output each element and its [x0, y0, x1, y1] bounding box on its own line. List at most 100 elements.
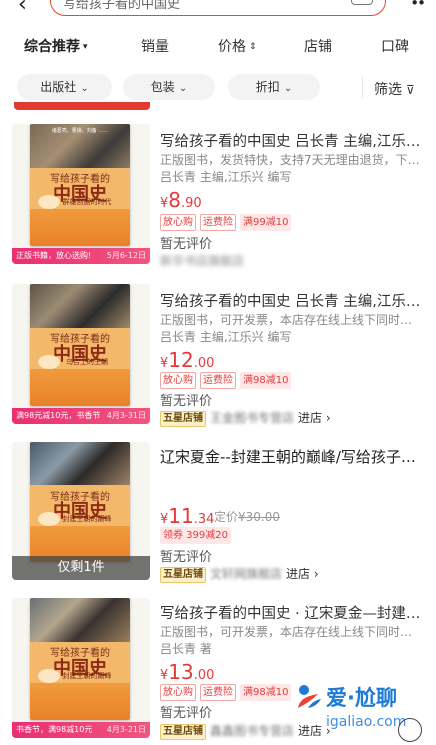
tag: 运费险 [200, 684, 236, 701]
wave-decoration [30, 369, 130, 406]
cover-subtitle: 封建王朝的巅峰 [62, 515, 112, 523]
tag: 运费险 [200, 214, 236, 231]
cover-art [30, 284, 130, 328]
sort-sales[interactable]: 销量 [141, 36, 169, 56]
promo-text: 满98元减10元，书香节 [16, 411, 101, 420]
tag: 放心购 [160, 684, 196, 701]
promo-date: 4月3-21日 [106, 725, 146, 734]
product-cover[interactable]: 诸葛亮、曹操、刘备 …… 写给孩子看的 中国史 群雄割据的时代 正版书籍，放心选… [12, 124, 150, 264]
product-cover[interactable]: 写给孩子看的 中国史 乌合上的王朝 满98元减10元，书香节 4月3-31日 [12, 284, 150, 424]
product-review: 暂无评价 [160, 706, 213, 721]
wave-decoration [30, 683, 130, 720]
coupon-tag[interactable]: 领券 399减20 [160, 527, 231, 544]
cover-subtitle: 群雄割据的时代 [62, 198, 112, 207]
enter-store-link[interactable]: 进店 › [286, 567, 319, 581]
product-price: ¥13.00 [160, 660, 214, 684]
product-title[interactable]: 写给孩子看的中国史 · 辽宋夏金—封建王朝的巅峰 [160, 602, 424, 623]
camera-icon[interactable] [351, 0, 373, 5]
price-int: 13 [168, 660, 194, 684]
product-tags: 放心购 运费险 满98减10 [160, 684, 295, 703]
promo-text: 书香节，满98减10元 [16, 725, 93, 734]
tag: 运费险 [200, 372, 236, 389]
watermark-text: 爱·尬聊 [326, 686, 397, 710]
sort-price[interactable]: 价格 ⇕ [218, 36, 257, 56]
promo-date: 5月6-12日 [106, 251, 146, 260]
original-price: 定价¥30.00 [214, 508, 280, 525]
tag: 满98减10 [240, 372, 292, 389]
product-tags: 放心购 运费险 满99减10 [160, 214, 295, 233]
sort-bar: 综合推荐 ▾ 销量 价格 ⇕ 店铺 口碑 [0, 28, 436, 62]
enter-store-link[interactable]: 进店 › [298, 411, 331, 425]
chip-label: 包装 [150, 80, 175, 94]
product-desc: 正版图书，可开发票，本店存在线上线下同时销售 [160, 625, 422, 639]
similar-items-button[interactable] [398, 718, 422, 742]
filter-packaging[interactable]: 包装 ⌄ [123, 74, 215, 100]
product-review: 暂无评价 [160, 550, 213, 565]
divider [362, 76, 363, 98]
product-cover[interactable]: 写给孩子看的 中国史 封建王朝的巅峰 仅剩1件 [12, 442, 150, 580]
wave-decoration [30, 209, 130, 246]
book-image: 写给孩子看的 中国史 封建王朝的巅峰 [30, 598, 130, 720]
chevron-down-icon: ⌄ [178, 83, 188, 94]
cover-art [30, 598, 130, 642]
filter-discount[interactable]: 折扣 ⌄ [228, 74, 320, 100]
product-desc: 正版图书，可开发票，本店存在线上线下同时销售 [160, 313, 422, 327]
search-input[interactable]: 写给孩子看的中国史 [50, 0, 386, 16]
five-star-badge: 五星店铺 [160, 411, 206, 427]
caret-down-icon: ▾ [83, 42, 88, 52]
cover-subtitle: 封建王朝的巅峰 [62, 672, 112, 681]
tag: 放心购 [160, 214, 196, 231]
price-int: 8 [168, 188, 182, 212]
filter-screen-button[interactable]: 筛选 ⊽ [374, 79, 415, 99]
chip-label: 出版社 [40, 80, 77, 94]
sort-store[interactable]: 店铺 [304, 36, 332, 56]
cover-art [30, 442, 130, 486]
product-cover[interactable]: 写给孩子看的 中国史 封建王朝的巅峰 书香节，满98减10元 4月3-21日 [12, 598, 150, 738]
store-name[interactable]: 新华书店旗舰店 [160, 252, 244, 269]
promo-label: 满98元减10元，书香节 4月3-31日 [12, 408, 150, 424]
store-name: 王金图书专营店 [210, 411, 295, 425]
promo-label: 正版书籍，放心选购! 5月6-12日 [12, 248, 150, 264]
price-dec: .00 [193, 668, 215, 683]
promo-label: 书香节，满98减10元 4月3-21日 [12, 722, 150, 738]
product-desc: 正版图书，发货特快，支持7天无理由退货，下单即发 [160, 153, 422, 167]
funnel-icon: ⊽ [406, 83, 415, 97]
stock-left-label: 仅剩1件 [12, 556, 150, 580]
product-title[interactable]: 辽宋夏金--封建王朝的巅峰/写给孩子看的中国史 [160, 446, 424, 467]
price-dec: .00 [193, 356, 215, 371]
sort-reputation[interactable]: 口碑 [381, 36, 409, 56]
product-author: 吕长青 著 [160, 642, 212, 656]
sort-label: 销量 [141, 39, 169, 55]
product-author: 吕长青 主编,江乐兴 编写 [160, 170, 292, 184]
sort-label: 价格 [218, 39, 246, 55]
tag: 满99减10 [240, 214, 292, 231]
product-title[interactable]: 写给孩子看的中国史 吕长青 主编,江乐兴 编写 [160, 290, 424, 311]
cover-subtitle: 乌合上的王朝 [66, 358, 108, 367]
back-icon[interactable]: ‹ [18, 0, 27, 17]
chevron-down-icon: ⌄ [283, 83, 293, 94]
store-line[interactable]: 五星店铺 王金图书专营店 进店 › [160, 409, 331, 427]
price-dec: .90 [181, 196, 202, 211]
book-image: 写给孩子看的 中国史 乌合上的王朝 [30, 284, 130, 406]
product-review: 暂无评价 [160, 237, 213, 252]
price-dec: .34 [193, 512, 215, 527]
cover-publisher: 诸葛亮、曹操、刘备 …… [51, 128, 109, 134]
product-title[interactable]: 写给孩子看的中国史 吕长青 主编,江乐兴 编写 [160, 130, 424, 151]
store-line[interactable]: 五星店铺 文轩网旗舰店 进店 › [160, 565, 319, 583]
search-header: ‹ 写给孩子看的中国史 •• [0, 0, 436, 22]
book-image: 写给孩子看的 中国史 封建王朝的巅峰 [30, 442, 130, 562]
five-star-badge: 五星店铺 [160, 567, 206, 583]
product-review: 暂无评价 [160, 394, 213, 409]
search-query: 写给孩子看的中国史 [63, 0, 181, 12]
more-icon[interactable]: •• [410, 0, 426, 12]
store-name: 文轩网旗舰店 [210, 567, 283, 581]
product-author: 吕长青 主编,江乐兴 编写 [160, 330, 292, 344]
sort-comprehensive[interactable]: 综合推荐 ▾ [24, 36, 88, 56]
chevron-down-icon: ⌄ [80, 83, 89, 94]
orig-value: ¥30.00 [238, 510, 281, 524]
filter-publisher[interactable]: 出版社 ⌄ [17, 74, 112, 100]
sort-arrows-icon: ⇕ [249, 42, 257, 52]
chip-label: 折扣 [255, 80, 280, 94]
product-price: ¥11.34 [160, 504, 214, 528]
sort-label: 口碑 [381, 39, 409, 55]
